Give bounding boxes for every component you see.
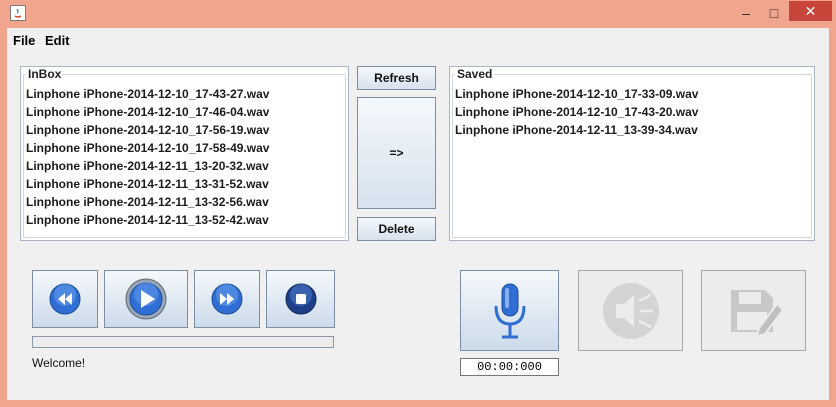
java-app-icon	[10, 5, 26, 21]
inbox-item[interactable]: Linphone iPhone-2014-12-10_17-43-27.wav	[26, 87, 269, 101]
saved-item[interactable]: Linphone iPhone-2014-12-11_13-39-34.wav	[455, 123, 698, 137]
saved-item[interactable]: Linphone iPhone-2014-12-10_17-33-09.wav	[455, 87, 698, 101]
menu-file[interactable]: File	[13, 33, 35, 48]
record-button[interactable]	[460, 270, 559, 351]
inbox-item[interactable]: Linphone iPhone-2014-12-11_13-31-52.wav	[26, 177, 269, 191]
rewind-button[interactable]	[32, 270, 98, 328]
minimize-button[interactable]: –	[732, 4, 760, 22]
inbox-item[interactable]: Linphone iPhone-2014-12-10_17-56-19.wav	[26, 123, 269, 137]
save-button[interactable]	[701, 270, 806, 351]
inbox-item[interactable]: Linphone iPhone-2014-12-11_13-52-42.wav	[26, 213, 269, 227]
stop-button[interactable]	[266, 270, 335, 328]
maximize-button[interactable]: □	[760, 4, 788, 22]
menu-edit[interactable]: Edit	[45, 33, 70, 48]
status-label: Welcome!	[32, 356, 86, 370]
speaker-icon	[602, 282, 659, 339]
close-button[interactable]: ✕	[789, 1, 832, 21]
inbox-item[interactable]: Linphone iPhone-2014-12-11_13-20-32.wav	[26, 159, 269, 173]
record-timer: 00:00:000	[460, 358, 559, 376]
saved-item[interactable]: Linphone iPhone-2014-12-10_17-43-20.wav	[455, 105, 698, 119]
inbox-title: InBox	[26, 67, 64, 81]
saved-title: Saved	[455, 67, 495, 81]
inbox-item[interactable]: Linphone iPhone-2014-12-10_17-46-04.wav	[26, 105, 269, 119]
playback-progress-bar	[32, 336, 334, 348]
move-to-saved-button[interactable]: =>	[357, 97, 436, 209]
saved-panel: Saved Linphone iPhone-2014-12-10_17-33-0…	[449, 66, 815, 241]
play-icon	[125, 278, 167, 320]
play-button[interactable]	[104, 270, 188, 328]
menu-bar	[7, 28, 829, 52]
inbox-item[interactable]: Linphone iPhone-2014-12-11_13-32-56.wav	[26, 195, 269, 209]
rewind-icon	[49, 283, 81, 315]
title-bar	[0, 0, 836, 28]
speaker-button[interactable]	[578, 270, 683, 351]
fast-forward-icon	[211, 283, 243, 315]
stop-icon	[285, 283, 316, 315]
microphone-icon	[494, 283, 525, 338]
inbox-item[interactable]: Linphone iPhone-2014-12-10_17-58-49.wav	[26, 141, 269, 155]
inbox-panel: InBox Linphone iPhone-2014-12-10_17-43-2…	[20, 66, 349, 241]
fast-forward-button[interactable]	[194, 270, 260, 328]
refresh-button[interactable]: Refresh	[357, 66, 436, 90]
save-edit-icon	[730, 289, 784, 337]
delete-button[interactable]: Delete	[357, 217, 436, 241]
